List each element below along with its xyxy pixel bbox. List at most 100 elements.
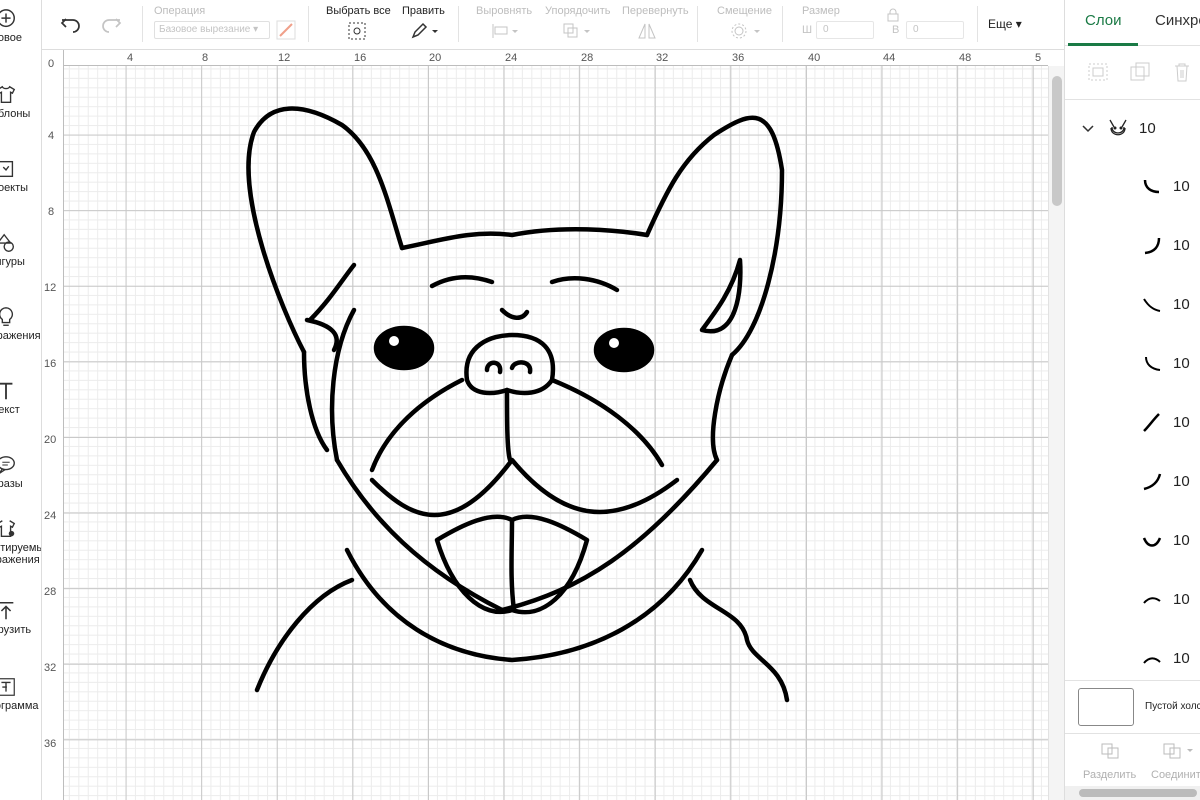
design-canvas[interactable]: 0 4 8 12 16 20 24 28 32 36 40 44 48 5 0 …: [42, 50, 1064, 800]
offset-icon[interactable]: [730, 22, 764, 40]
redo-icon[interactable]: [100, 16, 122, 34]
sidebar-item-shapes[interactable]: Фигуры: [0, 232, 41, 268]
group-icon[interactable]: [1087, 62, 1109, 82]
align-icon[interactable]: [490, 22, 520, 40]
sidebar-item-label: Монограмма: [0, 700, 39, 712]
dog-cheek-right: [710, 352, 735, 463]
toolbar-divider: [977, 6, 978, 42]
more-button[interactable]: Еще ▾: [988, 17, 1022, 31]
split-button[interactable]: Разделить: [1083, 742, 1136, 781]
combine-icon: [1163, 743, 1193, 759]
height-letter: В: [892, 24, 900, 36]
dog-forehead-mark: [499, 307, 530, 320]
tab-layers[interactable]: Слои: [1085, 12, 1121, 29]
layer-row[interactable]: 10: [1065, 571, 1200, 629]
ruler-tick-label: 20: [44, 434, 57, 446]
layer-group-row[interactable]: 10: [1065, 110, 1200, 150]
dog-eye-left: [373, 325, 435, 371]
sidebar-item-label: Текст: [0, 404, 20, 416]
ruler-tick-label: 32: [44, 662, 57, 674]
layer-label: 10: [1173, 296, 1190, 313]
sidebar-item-templates[interactable]: Шаблоны: [0, 84, 41, 120]
blank-canvas-label: Пустой холс: [1145, 701, 1200, 712]
dog-left-ear-inner: [304, 262, 357, 353]
sidebar-item-images[interactable]: Изображения: [0, 306, 41, 342]
ruler-tick-label: 20: [429, 52, 442, 64]
dog-nose: [464, 332, 556, 396]
ruler-tick-label: 4: [48, 130, 55, 142]
color-swatch-icon[interactable]: [276, 20, 296, 40]
sidebar-item-label: Фигуры: [0, 256, 25, 268]
operation-select[interactable]: Базовое вырезание ▾: [154, 21, 270, 39]
width-input[interactable]: 0: [816, 21, 874, 39]
layer-row[interactable]: 10: [1065, 276, 1200, 334]
sidebar-item-upload[interactable]: Загрузить: [0, 600, 41, 636]
dog-eye-right: [593, 327, 655, 373]
edit-pencil-icon[interactable]: [410, 22, 440, 40]
upload-icon: [0, 601, 14, 620]
curve-shape-icon: [1143, 413, 1160, 432]
chevron-down-icon[interactable]: [1081, 124, 1095, 134]
layer-label: 10: [1173, 473, 1190, 490]
sidebar-item-new[interactable]: Новое: [0, 8, 41, 44]
select-all-icon[interactable]: [347, 21, 367, 41]
flip-icon[interactable]: [637, 22, 669, 40]
panel-horizontal-scrollbar[interactable]: [1065, 786, 1200, 800]
dog-brow-left: [429, 274, 495, 289]
sidebar-item-label-line2: изображения: [0, 554, 40, 566]
left-sidebar: Новое Шаблоны Проекты Фигуры Изображения…: [0, 0, 42, 800]
align-label: Выровнять: [476, 5, 533, 17]
width-value: 0: [823, 24, 829, 35]
ruler-tick-label: 28: [581, 52, 594, 64]
layer-row[interactable]: 10: [1065, 158, 1200, 216]
lock-icon[interactable]: [887, 8, 899, 22]
duplicate-icon[interactable]: [1129, 62, 1151, 82]
ruler-tick-label: 36: [732, 52, 745, 64]
delete-icon[interactable]: [1171, 62, 1193, 82]
sidebar-item-text[interactable]: Текст: [0, 380, 41, 416]
sidebar-item-label: Новое: [0, 32, 23, 44]
layer-label: 10: [1173, 237, 1190, 254]
undo-icon[interactable]: [60, 16, 82, 34]
ruler-tick-label: 4: [127, 52, 134, 64]
layer-label: 10: [1173, 591, 1190, 608]
more-label: Еще: [988, 17, 1013, 31]
dog-mouth-inner: [369, 457, 680, 518]
dog-cheek-left: [301, 307, 357, 463]
project-icon: [0, 160, 14, 178]
editable-image-icon: [0, 520, 16, 538]
tab-sync[interactable]: Синхро: [1155, 12, 1200, 29]
dog-mouth-outer: [334, 457, 720, 613]
sidebar-item-projects[interactable]: Проекты: [0, 158, 41, 194]
panel-tabs: Слои Синхро: [1065, 0, 1200, 46]
blank-canvas-row[interactable]: Пустой холс: [1065, 680, 1200, 732]
layer-row[interactable]: 10: [1065, 335, 1200, 393]
scrollbar-thumb[interactable]: [1079, 789, 1197, 797]
layer-label: 10: [1173, 532, 1190, 549]
layer-row[interactable]: 10: [1065, 217, 1200, 275]
sidebar-item-editable-images[interactable]: Редактируемые изображения: [0, 518, 41, 566]
lightbulb-icon: [0, 307, 14, 326]
toolbar-divider: [697, 6, 698, 42]
combine-button[interactable]: Соединить: [1151, 742, 1200, 781]
layer-row[interactable]: 10: [1065, 512, 1200, 570]
layer-row[interactable]: 10: [1065, 394, 1200, 452]
layer-row[interactable]: 10: [1065, 453, 1200, 511]
dog-neck-left: [254, 577, 355, 693]
sidebar-item-label: Изображения: [0, 330, 41, 342]
scrollbar-thumb[interactable]: [1052, 76, 1062, 206]
sidebar-item-phrases[interactable]: Фразы: [0, 454, 41, 490]
ruler-tick-label: 12: [278, 52, 291, 64]
height-input[interactable]: 0: [906, 21, 964, 39]
sidebar-item-label: Шаблоны: [0, 108, 31, 120]
canvas-color-swatch[interactable]: [1078, 688, 1134, 726]
canvas-scrollbar[interactable]: [1048, 66, 1064, 800]
dog-thumbnail-icon: [1105, 116, 1131, 142]
dog-neck-right: [687, 577, 790, 703]
sidebar-item-label: Редактируемые: [0, 542, 41, 554]
french-bulldog-image[interactable]: [42, 50, 1048, 800]
layer-label: 10: [1173, 414, 1190, 431]
sidebar-item-monogram[interactable]: Монограмма: [0, 676, 41, 712]
arrange-icon[interactable]: [562, 22, 594, 40]
ruler-tick-label: 16: [354, 52, 367, 64]
